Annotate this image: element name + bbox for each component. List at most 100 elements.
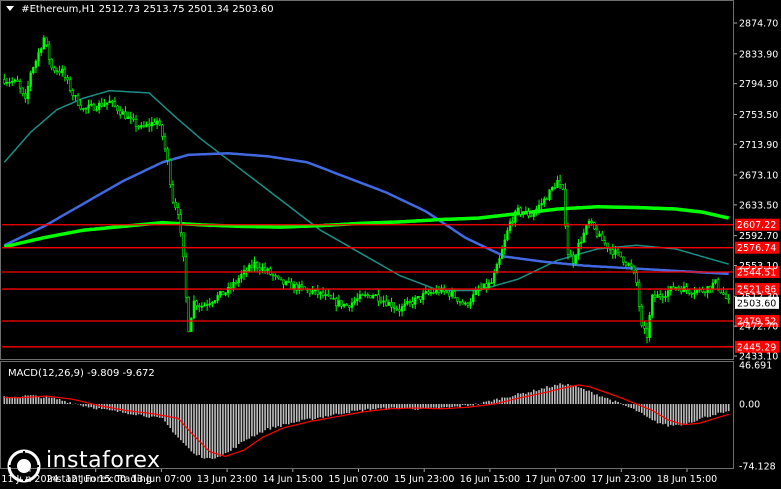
candle-body xyxy=(335,298,338,307)
candle-body xyxy=(271,274,275,276)
candle-body xyxy=(400,306,404,312)
candle-body xyxy=(158,120,161,126)
candle-body xyxy=(585,225,588,234)
candle-body xyxy=(619,251,622,258)
candle-body xyxy=(450,291,454,297)
candle-body xyxy=(482,283,485,289)
candle-body xyxy=(345,304,348,307)
candle-body xyxy=(456,297,459,302)
instaforex-logo: instaforex Instant Forex Trading xyxy=(6,446,181,486)
candle-body xyxy=(395,307,398,310)
candle-body xyxy=(263,267,267,271)
macd-label: MACD(12,26,9) -9.809 -9.672 xyxy=(8,368,155,379)
candle-body xyxy=(319,291,322,295)
candle-body xyxy=(461,301,464,305)
candle-body xyxy=(100,102,103,107)
candle-body xyxy=(598,233,601,237)
candle-body xyxy=(553,187,557,189)
candle-body xyxy=(627,263,630,266)
candle-body xyxy=(445,290,449,293)
candle-body xyxy=(358,294,362,299)
candle-body xyxy=(300,284,304,288)
candle-body xyxy=(277,275,280,279)
candle-body xyxy=(82,108,85,110)
candle-body xyxy=(287,281,290,283)
price-tick-label: 2713.90 xyxy=(739,140,778,151)
candle-body xyxy=(474,290,478,295)
candle-body xyxy=(643,325,646,329)
candle-body xyxy=(556,179,559,188)
candle-body xyxy=(32,67,35,74)
candle-body xyxy=(308,289,312,294)
price-tick-label: 2753.50 xyxy=(739,110,778,121)
candle-body xyxy=(398,308,401,312)
price-tick-label: 2553.10 xyxy=(739,261,778,272)
candle-body xyxy=(693,292,696,295)
candle-body xyxy=(119,110,122,115)
candle-body xyxy=(171,184,175,203)
candle-body xyxy=(150,122,154,127)
candle-body xyxy=(79,104,82,110)
candle-body xyxy=(658,294,662,298)
candles xyxy=(3,35,730,344)
candle-body xyxy=(390,301,393,308)
candle-body xyxy=(458,301,462,303)
symbol-name: #Ethereum,H1 xyxy=(21,4,96,15)
candle-body xyxy=(569,254,572,256)
candle-body xyxy=(190,317,193,332)
candle-body xyxy=(200,305,204,308)
candle-body xyxy=(453,291,456,298)
candle-body xyxy=(68,79,72,91)
candle-body xyxy=(84,107,88,110)
candle-body xyxy=(353,300,356,304)
candle-body xyxy=(403,303,406,307)
candle-body xyxy=(205,304,209,306)
candle-body xyxy=(411,301,414,305)
candle-body xyxy=(490,282,493,284)
dropdown-triangle-icon[interactable] xyxy=(6,6,14,11)
candle-body xyxy=(342,304,346,307)
candle-body xyxy=(111,100,114,103)
candle-body xyxy=(363,294,367,297)
candle-body xyxy=(232,281,235,289)
candle-body xyxy=(464,302,467,305)
candle-body xyxy=(169,160,172,186)
candle-body xyxy=(255,261,259,269)
symbol-header: #Ethereum,H1 2512.73 2513.75 2501.34 250… xyxy=(6,4,274,15)
candle-body xyxy=(366,294,370,297)
candle-body xyxy=(261,267,264,271)
candle-body xyxy=(516,207,520,212)
candle-body xyxy=(524,211,528,214)
price-tick-label: 2512.30 xyxy=(739,292,778,303)
price-tick-label: 2633.50 xyxy=(739,200,778,211)
candle-body xyxy=(34,60,38,68)
candle-body xyxy=(18,81,22,89)
candle-body xyxy=(519,207,522,215)
candle-body xyxy=(601,233,604,241)
candle-body xyxy=(687,289,691,294)
candle-body xyxy=(722,292,725,295)
candle-body xyxy=(382,300,385,303)
candle-body xyxy=(161,124,164,137)
candle-body xyxy=(192,300,196,319)
candle-body xyxy=(198,305,201,308)
candle-body xyxy=(76,95,80,106)
candle-body xyxy=(174,201,177,208)
candle-body xyxy=(527,211,530,217)
candle-body xyxy=(471,294,475,303)
candle-body xyxy=(45,37,48,46)
candle-body xyxy=(147,123,151,127)
candle-body xyxy=(274,275,277,277)
candle-body xyxy=(419,295,422,300)
candle-body xyxy=(340,300,343,307)
candle-body xyxy=(622,256,625,263)
candle-body xyxy=(155,120,159,125)
candle-body xyxy=(611,249,614,255)
candle-body xyxy=(92,103,96,111)
candle-body xyxy=(258,267,262,271)
candle-body xyxy=(577,242,580,257)
candle-body xyxy=(55,70,59,72)
time-tick-label: 16 Jun 15:00 xyxy=(460,474,520,485)
level-label: 2576.74 xyxy=(737,243,776,254)
candle-body xyxy=(711,282,715,290)
